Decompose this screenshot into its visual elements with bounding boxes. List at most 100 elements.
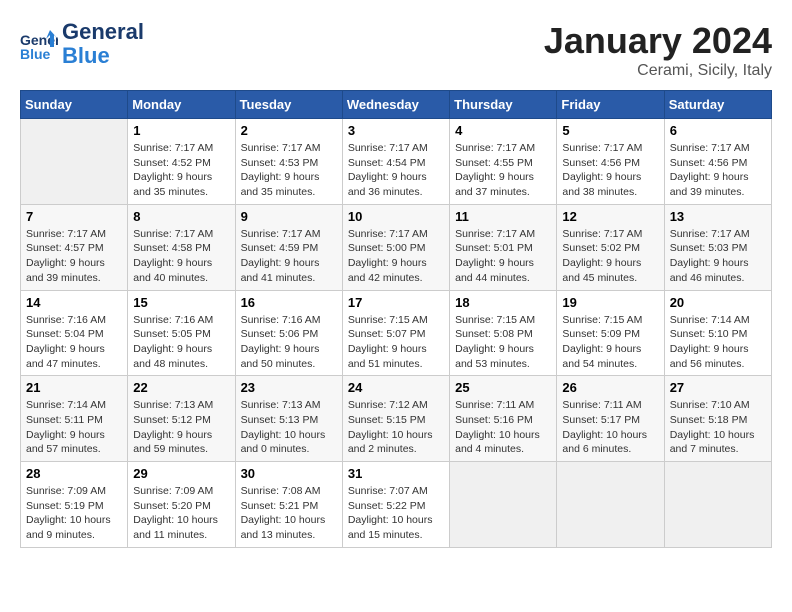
day-info: Sunrise: 7:17 AMSunset: 4:58 PMDaylight:…: [133, 227, 229, 286]
day-info: Sunrise: 7:15 AMSunset: 5:07 PMDaylight:…: [348, 313, 444, 372]
svg-text:Blue: Blue: [20, 46, 51, 62]
day-info: Sunrise: 7:17 AMSunset: 5:02 PMDaylight:…: [562, 227, 658, 286]
calendar-cell: 26 Sunrise: 7:11 AMSunset: 5:17 PMDayligh…: [557, 376, 664, 462]
day-info: Sunrise: 7:17 AMSunset: 4:52 PMDaylight:…: [133, 141, 229, 200]
calendar-cell: 21 Sunrise: 7:14 AMSunset: 5:11 PMDayligh…: [21, 376, 128, 462]
day-number: 25: [455, 380, 551, 395]
day-number: 8: [133, 209, 229, 224]
calendar-cell: [664, 462, 771, 548]
day-number: 11: [455, 209, 551, 224]
day-number: 21: [26, 380, 122, 395]
day-number: 14: [26, 295, 122, 310]
calendar-cell: 28 Sunrise: 7:09 AMSunset: 5:19 PMDayligh…: [21, 462, 128, 548]
day-info: Sunrise: 7:08 AMSunset: 5:21 PMDaylight:…: [241, 484, 337, 543]
calendar-week-3: 14 Sunrise: 7:16 AMSunset: 5:04 PMDayligh…: [21, 290, 772, 376]
day-info: Sunrise: 7:14 AMSunset: 5:11 PMDaylight:…: [26, 398, 122, 457]
day-info: Sunrise: 7:12 AMSunset: 5:15 PMDaylight:…: [348, 398, 444, 457]
day-info: Sunrise: 7:13 AMSunset: 5:12 PMDaylight:…: [133, 398, 229, 457]
day-number: 26: [562, 380, 658, 395]
day-number: 12: [562, 209, 658, 224]
day-info: Sunrise: 7:17 AMSunset: 4:56 PMDaylight:…: [562, 141, 658, 200]
calendar-cell: 8 Sunrise: 7:17 AMSunset: 4:58 PMDaylight…: [128, 204, 235, 290]
calendar-cell: 15 Sunrise: 7:16 AMSunset: 5:05 PMDayligh…: [128, 290, 235, 376]
calendar-cell: 3 Sunrise: 7:17 AMSunset: 4:54 PMDaylight…: [342, 119, 449, 205]
day-info: Sunrise: 7:17 AMSunset: 4:54 PMDaylight:…: [348, 141, 444, 200]
day-header-friday: Friday: [557, 91, 664, 119]
day-info: Sunrise: 7:17 AMSunset: 4:57 PMDaylight:…: [26, 227, 122, 286]
day-info: Sunrise: 7:17 AMSunset: 5:00 PMDaylight:…: [348, 227, 444, 286]
day-info: Sunrise: 7:13 AMSunset: 5:13 PMDaylight:…: [241, 398, 337, 457]
calendar-cell: 6Sunrise: 7:17 AMSunset: 4:56 PMDaylight…: [664, 119, 771, 205]
calendar-cell: 17 Sunrise: 7:15 AMSunset: 5:07 PMDayligh…: [342, 290, 449, 376]
day-number: 9: [241, 209, 337, 224]
day-info: Sunrise: 7:15 AMSunset: 5:09 PMDaylight:…: [562, 313, 658, 372]
day-number: 28: [26, 466, 122, 481]
page-subtitle: Cerami, Sicily, Italy: [544, 62, 772, 80]
day-info: Sunrise: 7:07 AMSunset: 5:22 PMDaylight:…: [348, 484, 444, 543]
day-header-wednesday: Wednesday: [342, 91, 449, 119]
title-block: January 2024 Cerami, Sicily, Italy: [544, 20, 772, 80]
calendar-cell: 14 Sunrise: 7:16 AMSunset: 5:04 PMDayligh…: [21, 290, 128, 376]
day-info: Sunrise: 7:16 AMSunset: 5:04 PMDaylight:…: [26, 313, 122, 372]
day-number: 6: [670, 123, 766, 138]
calendar-cell: [557, 462, 664, 548]
day-info: Sunrise: 7:10 AMSunset: 5:18 PMDaylight:…: [670, 398, 766, 457]
day-info: Sunrise: 7:14 AMSunset: 5:10 PMDaylight:…: [670, 313, 766, 372]
day-header-monday: Monday: [128, 91, 235, 119]
day-number: 29: [133, 466, 229, 481]
calendar-cell: 11 Sunrise: 7:17 AMSunset: 5:01 PMDayligh…: [450, 204, 557, 290]
day-header-sunday: Sunday: [21, 91, 128, 119]
calendar-cell: 24 Sunrise: 7:12 AMSunset: 5:15 PMDayligh…: [342, 376, 449, 462]
day-info: Sunrise: 7:17 AMSunset: 4:59 PMDaylight:…: [241, 227, 337, 286]
calendar-cell: 5 Sunrise: 7:17 AMSunset: 4:56 PMDaylight…: [557, 119, 664, 205]
day-info: Sunrise: 7:16 AMSunset: 5:06 PMDaylight:…: [241, 313, 337, 372]
calendar-cell: 13Sunrise: 7:17 AMSunset: 5:03 PMDayligh…: [664, 204, 771, 290]
day-number: 27: [670, 380, 766, 395]
day-info: Sunrise: 7:11 AMSunset: 5:17 PMDaylight:…: [562, 398, 658, 457]
calendar-cell: 29 Sunrise: 7:09 AMSunset: 5:20 PMDayligh…: [128, 462, 235, 548]
day-header-tuesday: Tuesday: [235, 91, 342, 119]
calendar-cell: 16 Sunrise: 7:16 AMSunset: 5:06 PMDayligh…: [235, 290, 342, 376]
day-number: 18: [455, 295, 551, 310]
calendar-cell: 31Sunrise: 7:07 AMSunset: 5:22 PMDayligh…: [342, 462, 449, 548]
day-number: 19: [562, 295, 658, 310]
page-header: General Blue General Blue January 2024 C…: [20, 20, 772, 80]
day-number: 2: [241, 123, 337, 138]
day-info: Sunrise: 7:09 AMSunset: 5:19 PMDaylight:…: [26, 484, 122, 543]
day-info: Sunrise: 7:17 AMSunset: 5:03 PMDaylight:…: [670, 227, 766, 286]
calendar-cell: 30 Sunrise: 7:08 AMSunset: 5:21 PMDayligh…: [235, 462, 342, 548]
calendar-cell: 10Sunrise: 7:17 AMSunset: 5:00 PMDayligh…: [342, 204, 449, 290]
calendar-cell: 7Sunrise: 7:17 AMSunset: 4:57 PMDaylight…: [21, 204, 128, 290]
day-number: 3: [348, 123, 444, 138]
day-number: 1: [133, 123, 229, 138]
calendar-cell: 23Sunrise: 7:13 AMSunset: 5:13 PMDayligh…: [235, 376, 342, 462]
calendar-cell: 9 Sunrise: 7:17 AMSunset: 4:59 PMDaylight…: [235, 204, 342, 290]
day-info: Sunrise: 7:16 AMSunset: 5:05 PMDaylight:…: [133, 313, 229, 372]
calendar-cell: 4Sunrise: 7:17 AMSunset: 4:55 PMDaylight…: [450, 119, 557, 205]
day-number: 24: [348, 380, 444, 395]
calendar-cell: [21, 119, 128, 205]
day-info: Sunrise: 7:11 AMSunset: 5:16 PMDaylight:…: [455, 398, 551, 457]
day-number: 20: [670, 295, 766, 310]
page-title: January 2024: [544, 20, 772, 62]
day-number: 30: [241, 466, 337, 481]
calendar-cell: 27 Sunrise: 7:10 AMSunset: 5:18 PMDayligh…: [664, 376, 771, 462]
calendar-week-2: 7Sunrise: 7:17 AMSunset: 4:57 PMDaylight…: [21, 204, 772, 290]
logo-icon: General Blue: [20, 25, 58, 63]
day-number: 5: [562, 123, 658, 138]
day-number: 15: [133, 295, 229, 310]
calendar-cell: 19 Sunrise: 7:15 AMSunset: 5:09 PMDayligh…: [557, 290, 664, 376]
day-info: Sunrise: 7:17 AMSunset: 5:01 PMDaylight:…: [455, 227, 551, 286]
calendar-cell: 25 Sunrise: 7:11 AMSunset: 5:16 PMDayligh…: [450, 376, 557, 462]
calendar-week-4: 21 Sunrise: 7:14 AMSunset: 5:11 PMDayligh…: [21, 376, 772, 462]
day-info: Sunrise: 7:17 AMSunset: 4:55 PMDaylight:…: [455, 141, 551, 200]
calendar-cell: 20 Sunrise: 7:14 AMSunset: 5:10 PMDayligh…: [664, 290, 771, 376]
day-info: Sunrise: 7:09 AMSunset: 5:20 PMDaylight:…: [133, 484, 229, 543]
day-number: 22: [133, 380, 229, 395]
logo-text: General Blue: [62, 20, 144, 68]
calendar-cell: 18 Sunrise: 7:15 AMSunset: 5:08 PMDayligh…: [450, 290, 557, 376]
calendar-cell: [450, 462, 557, 548]
day-info: Sunrise: 7:15 AMSunset: 5:08 PMDaylight:…: [455, 313, 551, 372]
day-number: 17: [348, 295, 444, 310]
day-number: 16: [241, 295, 337, 310]
